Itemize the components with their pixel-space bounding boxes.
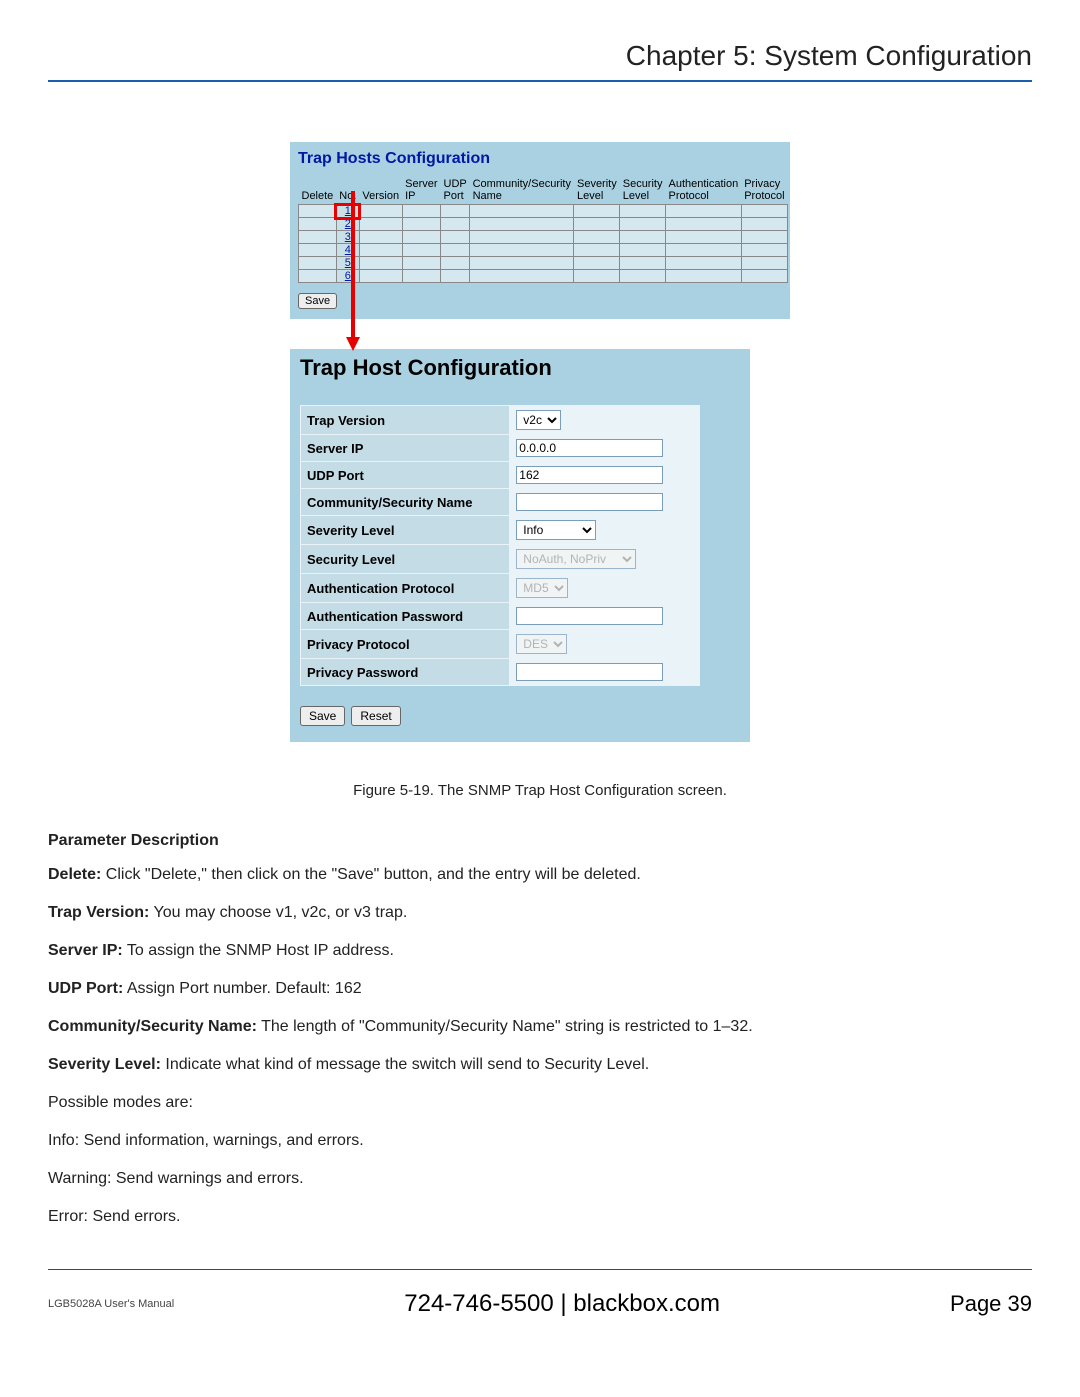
server-ip-input[interactable] [516,439,663,457]
trap-hosts-title: Trap Hosts Configuration [298,150,782,168]
severity-select[interactable]: Info [516,520,596,540]
lbl-priv-pass: Privacy Password [301,659,510,686]
save-button[interactable]: Save [298,293,337,309]
auth-proto-select: MD5 [516,578,568,598]
term-udp-port: UDP Port: [48,980,123,997]
security-select: NoAuth, NoPriv [516,549,636,569]
desc-community: The length of "Community/Security Name" … [257,1018,753,1035]
desc-warning: Warning: Send warnings and errors. [48,1167,1032,1191]
desc-info: Info: Send information, warnings, and er… [48,1129,1032,1153]
reset-button[interactable]: Reset [351,706,400,726]
delete-checkbox[interactable] [299,257,337,270]
param-desc-heading: Parameter Description [48,829,1032,853]
lbl-severity: Severity Level [301,516,510,545]
footer-manual: LGB5028A User's Manual [48,1298,174,1310]
lbl-udp-port: UDP Port [301,462,510,489]
save-button[interactable]: Save [300,706,345,726]
chapter-title: Chapter 5: System Configuration [48,40,1032,82]
term-server-ip: Server IP: [48,942,123,959]
th-server-ip: Server IP [402,176,440,205]
footer-contact: 724-746-5500 | blackbox.com [174,1290,950,1318]
desc-udp-port: Assign Port number. Default: 162 [123,980,361,997]
th-security: Security Level [620,176,666,205]
th-community: Community/Security Name [470,176,574,205]
priv-pass-input[interactable] [516,663,663,681]
desc-severity: Indicate what kind of message the switch… [161,1056,649,1073]
delete-checkbox[interactable] [299,205,337,218]
trap-host-form: Trap Version v2c Server IP UDP Port Comm… [300,405,700,686]
th-delete: Delete [299,176,337,205]
desc-trap-version: You may choose v1, v2c, or v3 trap. [149,904,407,921]
delete-checkbox[interactable] [299,231,337,244]
trap-version-select[interactable]: v2c [516,410,561,430]
delete-checkbox[interactable] [299,270,337,283]
lbl-auth-proto: Authentication Protocol [301,574,510,603]
delete-checkbox[interactable] [299,218,337,231]
footer-page: Page 39 [950,1291,1032,1317]
lbl-trap-version: Trap Version [301,406,510,435]
lbl-community: Community/Security Name [301,489,510,516]
community-input[interactable] [516,493,663,511]
lbl-priv-proto: Privacy Protocol [301,630,510,659]
lbl-auth-pass: Authentication Password [301,603,510,630]
udp-port-input[interactable] [516,466,663,484]
annotation-arrow [290,319,790,349]
lbl-security: Security Level [301,545,510,574]
trap-hosts-table: Delete No. Version Server IP UDP Port Co… [298,176,788,283]
delete-checkbox[interactable] [299,244,337,257]
term-severity: Severity Level: [48,1056,161,1073]
desc-delete: Click "Delete," then click on the "Save"… [101,866,640,883]
desc-server-ip: To assign the SNMP Host IP address. [123,942,394,959]
figure-caption: Figure 5-19. The SNMP Trap Host Configur… [48,782,1032,799]
th-severity: Severity Level [574,176,620,205]
th-udp-port: UDP Port [441,176,470,205]
term-community: Community/Security Name: [48,1018,257,1035]
trap-host-panel: Trap Host Configuration Trap Version v2c… [290,349,750,742]
th-privacy: Privacy Protocol [741,176,787,205]
term-delete: Delete: [48,866,101,883]
auth-pass-input[interactable] [516,607,663,625]
priv-proto-select: DES [516,634,567,654]
desc-error: Error: Send errors. [48,1205,1032,1229]
lbl-server-ip: Server IP [301,435,510,462]
th-auth: Authentication Protocol [665,176,741,205]
desc-modes: Possible modes are: [48,1091,1032,1115]
term-trap-version: Trap Version: [48,904,149,921]
arrow-down-icon [338,141,368,361]
